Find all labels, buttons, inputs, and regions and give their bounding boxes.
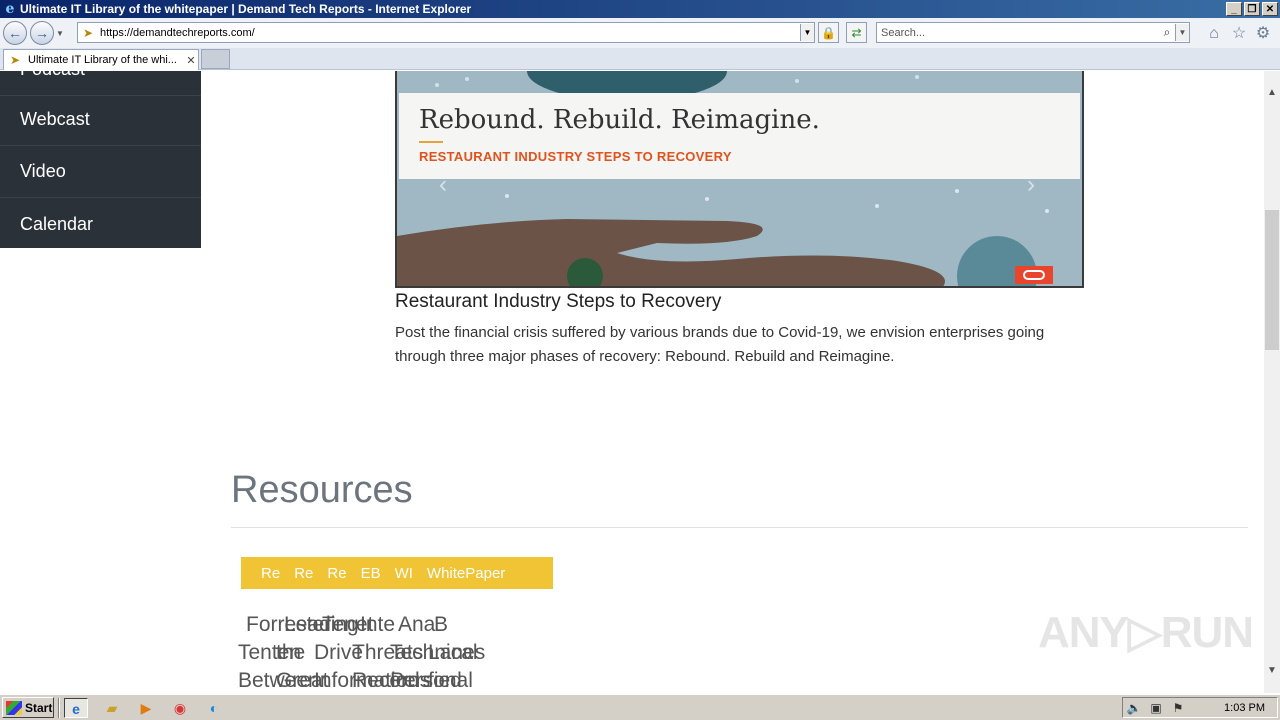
taskbar: Start e ▰ ▶ ◉ ◐ 🔈 ▣ ⚑ 1:03 PM bbox=[0, 694, 1280, 720]
address-input[interactable]: https://demandtechreports.com/ bbox=[100, 27, 800, 39]
carousel-banner[interactable]: Rebound. Rebuild. Reimagine. RESTAURANT … bbox=[395, 71, 1084, 288]
card-word[interactable]: fied bbox=[428, 667, 462, 693]
tab-label: Ultimate IT Library of the whi... bbox=[28, 54, 177, 66]
ie-logo-icon: e bbox=[5, 1, 15, 17]
forward-arrow-icon: → bbox=[35, 25, 49, 41]
resource-cards-overlap: Forrester Leading Tenet Inte Ana B Tente… bbox=[238, 611, 498, 693]
sidebar-item-label: Calendar bbox=[20, 213, 94, 234]
page-viewport: Podcast Webcast Video Calendar bbox=[0, 71, 1264, 693]
media-player-icon[interactable]: ▶ bbox=[134, 698, 158, 718]
filter-tab-3[interactable]: Re bbox=[327, 565, 346, 582]
search-input[interactable]: Search... bbox=[877, 27, 1159, 39]
clock[interactable]: 1:03 PM bbox=[1189, 702, 1277, 714]
tab-favicon-icon: ➤ bbox=[9, 53, 21, 67]
settings-gear-icon[interactable]: ⚙ bbox=[1252, 23, 1274, 45]
search-dropdown-icon[interactable]: ▼ bbox=[1175, 24, 1189, 41]
minimize-button[interactable]: _ bbox=[1226, 2, 1242, 16]
network-icon[interactable]: ▣ bbox=[1145, 701, 1167, 715]
title-bar: e Ultimate IT Library of the whitepaper … bbox=[0, 0, 1280, 18]
search-icon[interactable]: ⌕ bbox=[1159, 25, 1175, 40]
tab-close-icon[interactable]: ✕ bbox=[184, 54, 198, 67]
card-word[interactable]: Lanes bbox=[428, 639, 485, 667]
refresh-icon[interactable]: ⇄ bbox=[846, 22, 867, 43]
window-title: Ultimate IT Library of the whitepaper | … bbox=[20, 2, 472, 16]
resources-heading: Resources bbox=[231, 469, 413, 511]
overlap-row-3: Between Great Information Records Person… bbox=[238, 667, 498, 693]
oracle-logo-icon bbox=[1015, 266, 1053, 284]
windows-flag-icon bbox=[6, 700, 22, 715]
forward-button[interactable]: → bbox=[30, 21, 54, 45]
filter-tab-wi[interactable]: WI bbox=[395, 565, 413, 582]
new-tab-button[interactable] bbox=[201, 49, 230, 69]
start-label: Start bbox=[25, 700, 53, 715]
card-word[interactable]: the bbox=[276, 639, 305, 667]
address-dropdown-icon[interactable]: ▼ bbox=[800, 24, 814, 41]
explorer-folder-icon[interactable]: ▰ bbox=[100, 698, 124, 718]
lock-icon[interactable]: 🔒 bbox=[818, 22, 839, 43]
vertical-scrollbar[interactable]: ▲ ▼ bbox=[1264, 71, 1280, 693]
scroll-up-icon[interactable]: ▲ bbox=[1264, 85, 1280, 101]
filter-tab-2[interactable]: Re bbox=[294, 565, 313, 582]
scrollbar-thumb[interactable] bbox=[1265, 210, 1279, 350]
article-description: Post the financial crisis suffered by va… bbox=[395, 324, 1045, 365]
sidebar-item-webcast[interactable]: Webcast bbox=[0, 94, 201, 146]
overlap-row-1: Forrester Leading Tenet Inte Ana B bbox=[238, 611, 498, 639]
card-word[interactable]: B bbox=[434, 611, 448, 639]
tab-strip: ➤ Ultimate IT Library of the whi... ✕ bbox=[0, 48, 1280, 70]
card-word[interactable]: Ana bbox=[398, 611, 435, 639]
filter-tab-whitepaper[interactable]: WhitePaper bbox=[427, 565, 505, 582]
system-tray: 🔈 ▣ ⚑ 1:03 PM bbox=[1122, 697, 1278, 718]
sidebar-item-podcast[interactable]: Podcast bbox=[0, 71, 201, 96]
ie-window: e Ultimate IT Library of the whitepaper … bbox=[0, 0, 1280, 720]
edge-icon[interactable]: ◐ bbox=[202, 698, 226, 718]
carousel-prev-icon[interactable]: ‹ bbox=[439, 171, 447, 199]
sidebar-item-label: Video bbox=[20, 161, 66, 181]
home-icon[interactable]: ⌂ bbox=[1203, 23, 1225, 45]
resources-divider bbox=[231, 527, 1248, 528]
banner-heading-panel: Rebound. Rebuild. Reimagine. RESTAURANT … bbox=[399, 93, 1080, 179]
card-word[interactable]: Inte bbox=[360, 611, 395, 639]
banner-title: Rebound. Rebuild. Reimagine. bbox=[419, 105, 820, 135]
overlap-row-2: Tenten the Drive Threats Technical Lanes bbox=[238, 639, 498, 667]
sidebar-item-video[interactable]: Video bbox=[0, 146, 201, 198]
action-center-flag-icon[interactable]: ⚑ bbox=[1167, 701, 1189, 715]
restore-button[interactable]: ❐ bbox=[1244, 2, 1260, 16]
tab-demand-tech-reports[interactable]: ➤ Ultimate IT Library of the whi... ✕ bbox=[3, 49, 199, 70]
address-bar[interactable]: ➤ https://demandtechreports.com/ ▼ bbox=[77, 22, 815, 43]
carousel-next-icon[interactable]: › bbox=[1027, 171, 1035, 199]
anyrun-watermark: ANY▷RUN bbox=[1038, 608, 1254, 657]
sidebar-menu: Podcast Webcast Video Calendar bbox=[0, 71, 201, 248]
volume-icon[interactable]: 🔈 bbox=[1123, 701, 1145, 715]
navigation-bar: ← → ▼ ➤ https://demandtechreports.com/ ▼… bbox=[0, 18, 1280, 48]
resource-filter-bar: Re Re Re EB WI WhitePaper bbox=[241, 557, 553, 589]
filter-tab-1[interactable]: Re bbox=[261, 565, 280, 582]
banner-subtitle: RESTAURANT INDUSTRY STEPS TO RECOVERY bbox=[419, 149, 732, 164]
favorites-star-icon[interactable]: ☆ bbox=[1228, 23, 1250, 45]
banner-accent-line bbox=[419, 141, 443, 143]
article-title[interactable]: Restaurant Industry Steps to Recovery bbox=[395, 291, 721, 313]
back-button[interactable]: ← bbox=[3, 21, 27, 45]
ie-taskbar-icon[interactable]: e bbox=[64, 698, 88, 718]
sidebar-item-label: Webcast bbox=[20, 109, 90, 129]
sidebar-item-calendar[interactable]: Calendar bbox=[0, 198, 201, 250]
sidebar-item-label: Podcast bbox=[20, 71, 85, 80]
scroll-down-icon[interactable]: ▼ bbox=[1264, 663, 1280, 679]
site-favicon-icon: ➤ bbox=[82, 25, 94, 40]
chrome-icon[interactable]: ◉ bbox=[168, 698, 192, 718]
start-button[interactable]: Start bbox=[2, 697, 54, 718]
taskbar-separator bbox=[58, 698, 60, 718]
search-box[interactable]: Search... ⌕ ▼ bbox=[876, 22, 1190, 43]
filter-tab-ebook[interactable]: EB bbox=[361, 565, 381, 582]
back-arrow-icon: ← bbox=[8, 25, 22, 41]
close-window-button[interactable]: ✕ bbox=[1262, 2, 1278, 16]
history-dropdown-icon[interactable]: ▼ bbox=[56, 29, 66, 38]
